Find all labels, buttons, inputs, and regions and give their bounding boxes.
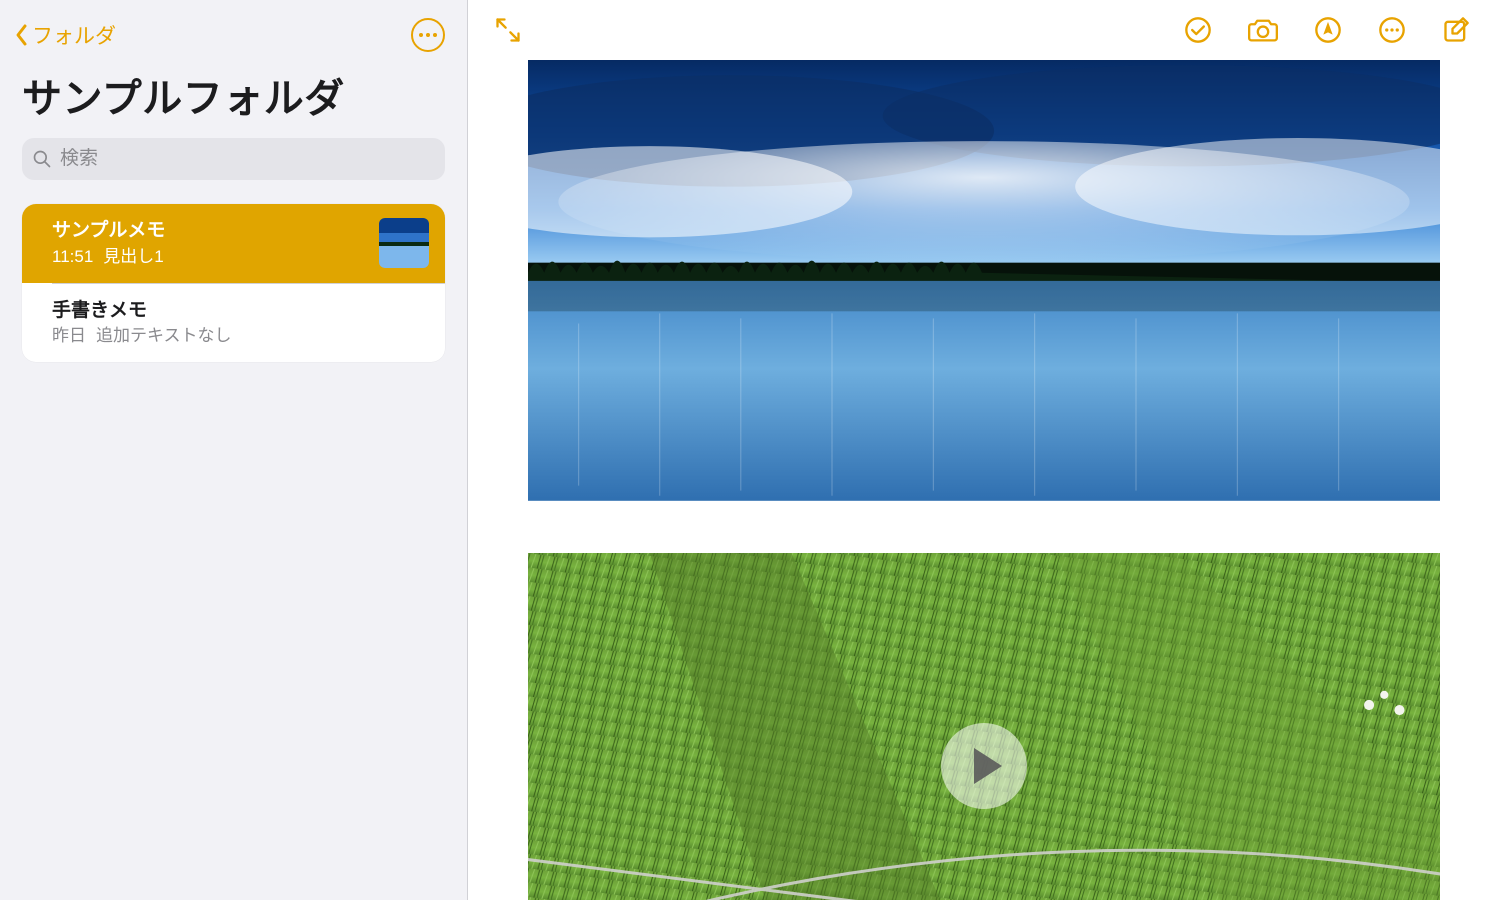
- note-subline: 昨日 追加テキストなし: [52, 325, 429, 348]
- compose-icon: [1442, 16, 1470, 44]
- folder-title: サンプルフォルダ: [0, 60, 467, 138]
- expand-icon: [494, 16, 522, 44]
- sidebar-more-button[interactable]: [411, 18, 445, 52]
- note-time: 11:51: [52, 246, 93, 269]
- note-snippet: 追加テキストなし: [96, 325, 232, 348]
- expand-button[interactable]: [494, 16, 522, 44]
- video-play-button[interactable]: [941, 723, 1027, 809]
- ellipsis-circle-icon: [1378, 16, 1406, 44]
- note-snippet: 見出し1: [103, 246, 163, 269]
- note-row-selected[interactable]: サンプルメモ 11:51 見出し1: [22, 204, 445, 283]
- back-button[interactable]: フォルダ: [14, 20, 116, 50]
- pen-circle-icon: [1314, 16, 1342, 44]
- detail-more-button[interactable]: [1378, 16, 1406, 44]
- note-row-text: サンプルメモ 11:51 見出し1: [52, 218, 367, 269]
- note-row-text: 手書きメモ 昨日 追加テキストなし: [52, 298, 429, 349]
- sidebar-top-bar: フォルダ: [0, 0, 467, 60]
- notes-list: サンプルメモ 11:51 見出し1: [22, 204, 445, 362]
- check-circle-icon: [1184, 16, 1212, 44]
- search-field[interactable]: [22, 138, 445, 180]
- lake-thumbnail-icon: [379, 218, 429, 268]
- ellipsis-icon: [419, 33, 437, 37]
- note-title: サンプルメモ: [52, 218, 367, 244]
- lake-image-icon: [528, 60, 1440, 501]
- note-detail-pane: [468, 0, 1500, 900]
- note-subline: 11:51 見出し1: [52, 246, 367, 269]
- notes-app: フォルダ サンプルフォルダ サンプルメモ 11:51 見出し1: [0, 0, 1500, 900]
- camera-button[interactable]: [1248, 16, 1278, 44]
- markup-button[interactable]: [1314, 16, 1342, 44]
- note-time: 昨日: [52, 325, 86, 348]
- sidebar: フォルダ サンプルフォルダ サンプルメモ 11:51 見出し1: [0, 0, 468, 900]
- note-title: 手書きメモ: [52, 298, 429, 324]
- toolbar-right: [1184, 16, 1470, 44]
- note-thumbnail: [379, 218, 429, 268]
- note-row[interactable]: 手書きメモ 昨日 追加テキストなし: [22, 284, 445, 363]
- search-input[interactable]: [58, 147, 435, 171]
- attachment-image[interactable]: [528, 60, 1440, 501]
- search-icon: [32, 149, 52, 169]
- note-content[interactable]: [468, 60, 1500, 900]
- chevron-left-icon: [14, 23, 30, 47]
- attachment-video[interactable]: [528, 553, 1440, 900]
- back-label: フォルダ: [32, 20, 116, 50]
- checklist-button[interactable]: [1184, 16, 1212, 44]
- compose-button[interactable]: [1442, 16, 1470, 44]
- toolbar-left: [494, 16, 522, 44]
- detail-toolbar: [468, 0, 1500, 60]
- camera-icon: [1248, 16, 1278, 44]
